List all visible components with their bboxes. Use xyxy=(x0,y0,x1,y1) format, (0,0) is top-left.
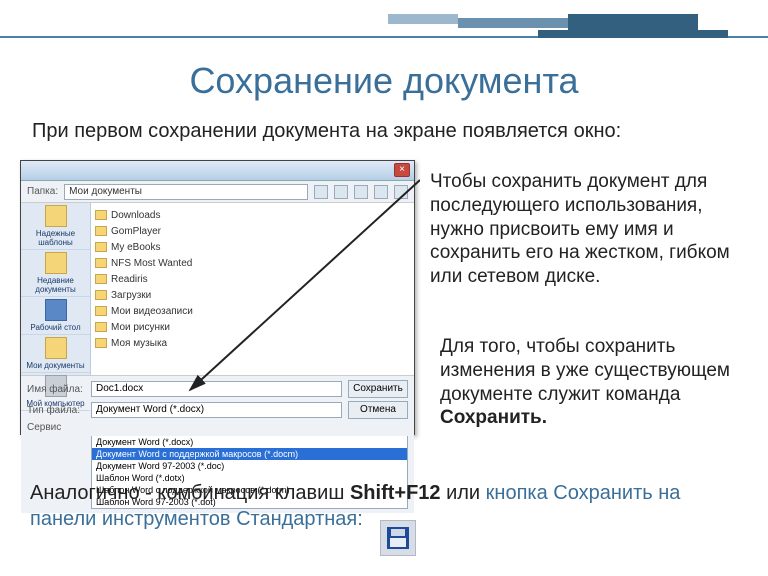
page-title: Сохранение документа xyxy=(0,60,768,102)
file-list-row[interactable]: Мои рисунки xyxy=(95,319,410,335)
folder-icon xyxy=(45,337,67,359)
new-folder-icon[interactable] xyxy=(374,185,388,199)
folder-icon xyxy=(45,299,67,321)
path-field[interactable]: Мои документы xyxy=(64,184,308,200)
cancel-button[interactable]: Отмена xyxy=(348,401,408,419)
folder-icon xyxy=(95,210,107,220)
close-icon[interactable]: × xyxy=(394,163,410,177)
file-name: Readiris xyxy=(111,274,148,285)
sidebar-place-item[interactable]: Надежные шаблоны xyxy=(21,203,90,250)
filetype-option[interactable]: Документ Word 97-2003 (*.doc) xyxy=(92,460,407,472)
para3-a: Аналогично - комбинация клавиш xyxy=(30,482,350,504)
file-name: My eBooks xyxy=(111,242,160,253)
file-list-row[interactable]: Загрузки xyxy=(95,287,410,303)
file-list-row[interactable]: NFS Most Wanted xyxy=(95,255,410,271)
delete-icon[interactable] xyxy=(354,185,368,199)
file-name: GomPlayer xyxy=(111,226,161,237)
tools-button[interactable]: Сервис xyxy=(27,422,85,433)
file-name: Downloads xyxy=(111,210,160,221)
views-icon[interactable] xyxy=(394,185,408,199)
intro-text: При первом сохранении документа на экран… xyxy=(32,120,621,143)
decor-bar xyxy=(538,30,728,38)
file-list-row[interactable]: GomPlayer xyxy=(95,223,410,239)
folder-icon xyxy=(45,205,67,227)
filename-field[interactable]: Doc1.docx xyxy=(91,381,342,397)
shortcut-key: Shift+F12 xyxy=(350,482,441,504)
file-name: Мои рисунки xyxy=(111,322,170,333)
save-button[interactable]: Сохранить xyxy=(348,380,408,398)
filetype-field[interactable]: Документ Word (*.docx) xyxy=(91,402,342,418)
sidebar-place-item[interactable]: Недавние документы xyxy=(21,250,90,297)
save-toolbar-icon[interactable] xyxy=(380,520,416,556)
explain-paragraph-1: Чтобы сохранить документ для последующег… xyxy=(430,170,730,289)
file-list-row[interactable]: Моя музыка xyxy=(95,335,410,351)
para3-c: или xyxy=(441,482,486,504)
places-sidebar: Надежные шаблоны Недавние документы Рабочи… xyxy=(21,203,91,375)
folder-icon xyxy=(45,252,67,274)
folder-icon xyxy=(95,322,107,332)
decor-bar xyxy=(388,14,458,24)
sidebar-place-item[interactable]: Мои документы xyxy=(21,335,90,373)
file-list-row[interactable]: Downloads xyxy=(95,207,410,223)
file-list-row[interactable]: Readiris xyxy=(95,271,410,287)
file-name: NFS Most Wanted xyxy=(111,258,192,269)
dialog-toolbar: Папка: Мои документы xyxy=(21,181,414,203)
file-name: Моя музыка xyxy=(111,338,167,349)
file-name: Загрузки xyxy=(111,290,151,301)
file-list[interactable]: Downloads GomPlayer My eBooks NFS Most Want… xyxy=(91,203,414,375)
path-label: Папка: xyxy=(27,186,58,197)
folder-icon xyxy=(95,226,107,236)
nav-up-icon[interactable] xyxy=(334,185,348,199)
sidebar-place-label: Рабочий стол xyxy=(30,323,80,332)
filetype-label: Тип файла: xyxy=(27,405,85,416)
sidebar-place-item[interactable]: Рабочий стол xyxy=(21,297,90,335)
sidebar-place-label: Мои документы xyxy=(26,361,84,370)
para2-text: Для того, чтобы сохранить изменения в уж… xyxy=(440,336,730,405)
floppy-disk-icon xyxy=(387,527,409,549)
para2-bold: Сохранить. xyxy=(440,407,547,428)
save-dialog-screenshot: × Папка: Мои документы Надежные шаблоныН… xyxy=(20,160,415,435)
folder-icon xyxy=(95,338,107,348)
decorative-top-bar xyxy=(0,0,768,38)
sidebar-place-label: Недавние документы xyxy=(23,276,88,294)
folder-icon xyxy=(95,290,107,300)
filename-label: Имя файла: xyxy=(27,384,85,395)
file-list-row[interactable]: Мои видеозаписи xyxy=(95,303,410,319)
file-list-row[interactable]: My eBooks xyxy=(95,239,410,255)
file-name: Мои видеозаписи xyxy=(111,306,193,317)
folder-icon xyxy=(95,274,107,284)
filetype-option[interactable]: Документ Word (*.docx) xyxy=(92,436,407,448)
folder-icon xyxy=(95,306,107,316)
decor-bar xyxy=(568,14,698,30)
folder-icon xyxy=(95,242,107,252)
explain-paragraph-2: Для того, чтобы сохранить изменения в уж… xyxy=(440,335,730,430)
nav-back-icon[interactable] xyxy=(314,185,328,199)
folder-icon xyxy=(95,258,107,268)
sidebar-place-label: Надежные шаблоны xyxy=(23,229,88,247)
decor-bar xyxy=(458,18,568,28)
dialog-titlebar: × xyxy=(21,161,414,181)
filetype-option[interactable]: Документ Word с поддержкой макросов (*.d… xyxy=(92,448,407,460)
